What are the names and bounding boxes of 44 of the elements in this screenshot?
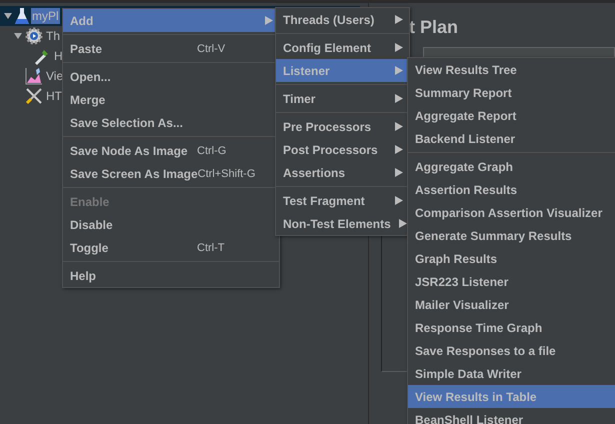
menu-item[interactable]: Threads (Users) [276, 8, 409, 31]
tools-icon [25, 87, 43, 105]
menu-item[interactable]: Merge [63, 88, 279, 111]
expand-icon[interactable] [4, 12, 12, 20]
tree-node[interactable]: H [53, 48, 64, 64]
menu-item[interactable]: Mailer Visualizer [408, 293, 615, 316]
dropper-icon [33, 47, 51, 65]
menu-item[interactable]: Non-Test Elements [276, 212, 409, 235]
menu-item[interactable]: Config Element [276, 36, 409, 59]
menu-item[interactable]: Assertion Results [408, 178, 615, 201]
menu-item[interactable]: Graph Results [408, 247, 615, 270]
menu-item[interactable]: Response Time Graph [408, 316, 615, 339]
menu-item[interactable]: Test Fragment [276, 189, 409, 212]
menu-item[interactable]: Open... [63, 65, 279, 88]
tree-node[interactable]: HT [45, 88, 63, 104]
menu-item[interactable]: Simple Data Writer [408, 362, 615, 385]
menu-item[interactable]: Aggregate Graph [408, 155, 615, 178]
menu-item[interactable]: Paste Ctrl-V [63, 37, 279, 60]
menu-item[interactable]: Aggregate Report [408, 104, 615, 127]
tree-node[interactable]: Th [45, 28, 62, 44]
menu-item[interactable]: Post Processors [276, 138, 409, 161]
menu-item[interactable]: BeanShell Listener [408, 408, 615, 424]
tree-node[interactable]: Vie [45, 68, 64, 84]
menu-item[interactable]: Pre Processors [276, 115, 409, 138]
menu-item[interactable]: Timer [276, 87, 409, 110]
menu-item[interactable]: Disable [63, 213, 279, 236]
menu-item[interactable]: Toggle Ctrl-T [63, 236, 279, 259]
menu-item[interactable]: Save Selection As... [63, 111, 279, 134]
menu-item[interactable]: JSR223 Listener [408, 270, 615, 293]
menu-item[interactable]: Save Screen As ImageCtrl+Shift-G [63, 162, 279, 185]
menu-item[interactable]: Assertions [276, 161, 409, 184]
menu-item[interactable]: View Results Tree [408, 58, 615, 81]
menu-item[interactable]: Backend Listener [408, 127, 615, 150]
gear-icon [25, 27, 43, 45]
menu-item[interactable]: Save Node As Image Ctrl-G [63, 139, 279, 162]
expand-icon[interactable] [14, 32, 22, 40]
chart-icon [25, 67, 43, 85]
menu-item[interactable]: Save Responses to a file [408, 339, 615, 362]
flask-icon [15, 7, 29, 25]
menu-item[interactable]: Comparison Assertion Visualizer [408, 201, 615, 224]
menu-item[interactable]: Help [63, 264, 279, 287]
panel-title: t Plan [409, 17, 460, 38]
menu-item[interactable]: Summary Report [408, 81, 615, 104]
menu-item[interactable]: Generate Summary Results [408, 224, 615, 247]
